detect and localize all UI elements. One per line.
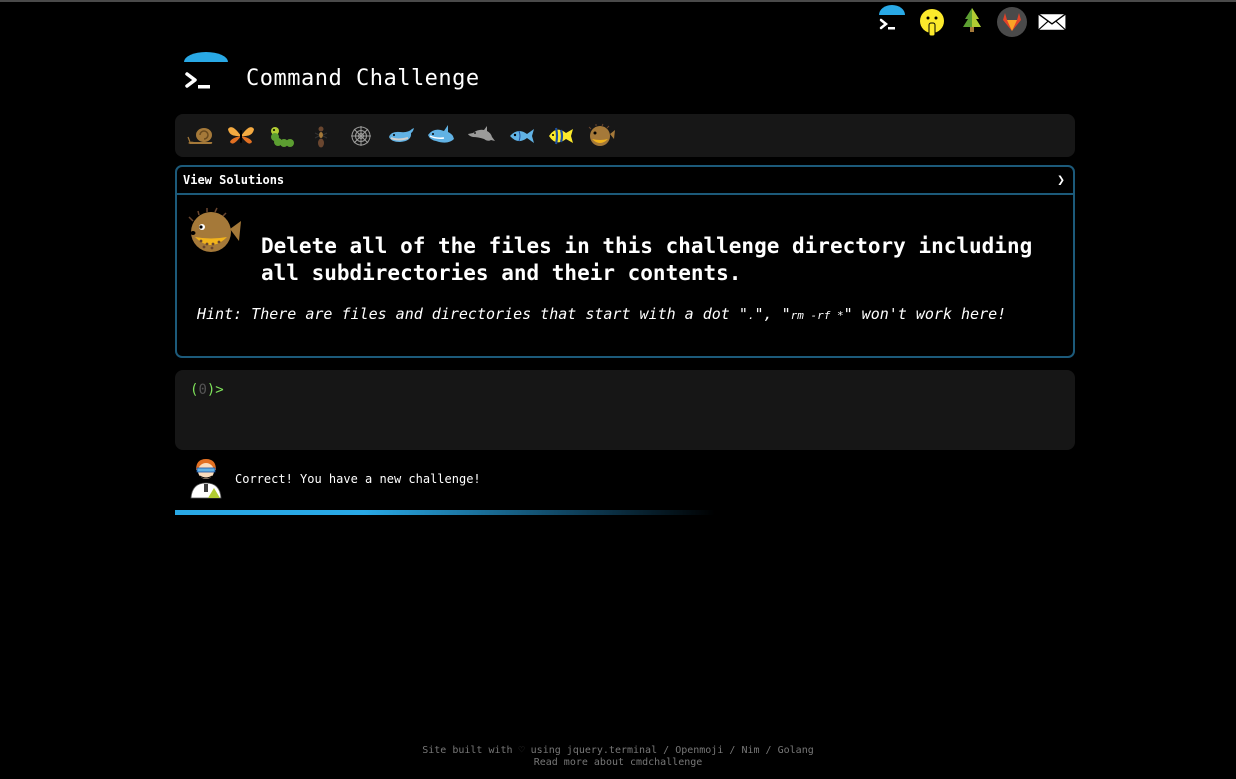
snail-icon[interactable] [181,116,221,156]
footer-separator: / [765,745,772,756]
blowfish-challenge-icon [185,207,243,261]
hint-mid: ", " [754,305,791,323]
hint-prefix: Hint: There are files and directories th… [197,305,748,323]
cmdchallenge-logo-icon[interactable] [876,5,908,38]
footer-built-with: Site built with [422,745,513,756]
blowfish-icon[interactable] [581,116,621,156]
tropical-fish-icon[interactable] [541,116,581,156]
footer-jquery-link[interactable]: using jquery.terminal [531,745,657,756]
caterpillar-icon[interactable] [261,116,301,156]
view-solutions-toggle[interactable]: View Solutions ❯ [177,167,1073,195]
top-border [0,0,1236,2]
hint-code: rm -rf * [790,309,844,322]
footer-separator: / [663,745,670,756]
progress-bar [175,510,715,515]
hint-suffix: " won't work here! [843,305,1007,323]
footer-golang-link[interactable]: Golang [778,745,814,756]
challenge-hint: Hint: There are files and directories th… [197,305,1006,323]
terminal-prompt: (0)> [190,382,224,398]
footer-read-more-link[interactable]: Read more about cmdchallenge [0,757,1236,769]
tree-icon[interactable] [956,6,988,38]
mail-icon[interactable] [1036,6,1068,38]
status-message: Correct! You have a new challenge! [235,472,481,486]
prompt-close: )> [206,382,224,398]
gitlab-icon[interactable] [996,6,1028,38]
terminal[interactable]: (0)> [175,370,1075,450]
spider-web-icon[interactable] [341,116,381,156]
top-icon-bar [876,5,1068,38]
site-logo-icon[interactable] [182,52,230,96]
footer-openmoji-link[interactable]: Openmoji [675,745,723,756]
challenge-panel: View Solutions ❯ Delete all of the files… [175,165,1075,358]
challenge-description: Delete all of the files in this challeng… [261,234,1033,285]
footer-separator: / [729,745,736,756]
butterfly-icon[interactable] [221,116,261,156]
heart-icon: ♡ [518,745,525,756]
shushing-face-icon[interactable] [916,6,948,38]
dolphin-icon[interactable] [461,116,501,156]
technologist-icon [188,458,226,504]
footer-nim-link[interactable]: Nim [741,745,759,756]
view-solutions-label: View Solutions [183,173,285,187]
prompt-count: 0 [198,382,207,398]
whale-icon[interactable] [381,116,421,156]
ant-icon[interactable] [301,116,341,156]
chevron-right-icon: ❯ [1057,172,1065,188]
footer: Site built with ♡ using jquery.terminal … [0,745,1236,769]
page-title: Command Challenge [246,66,480,91]
fish-icon[interactable] [501,116,541,156]
challenge-nav-bar [175,114,1075,157]
shark-icon[interactable] [421,116,461,156]
footer-line-1: Site built with ♡ using jquery.terminal … [0,745,1236,757]
hint-dot: . [747,309,755,322]
